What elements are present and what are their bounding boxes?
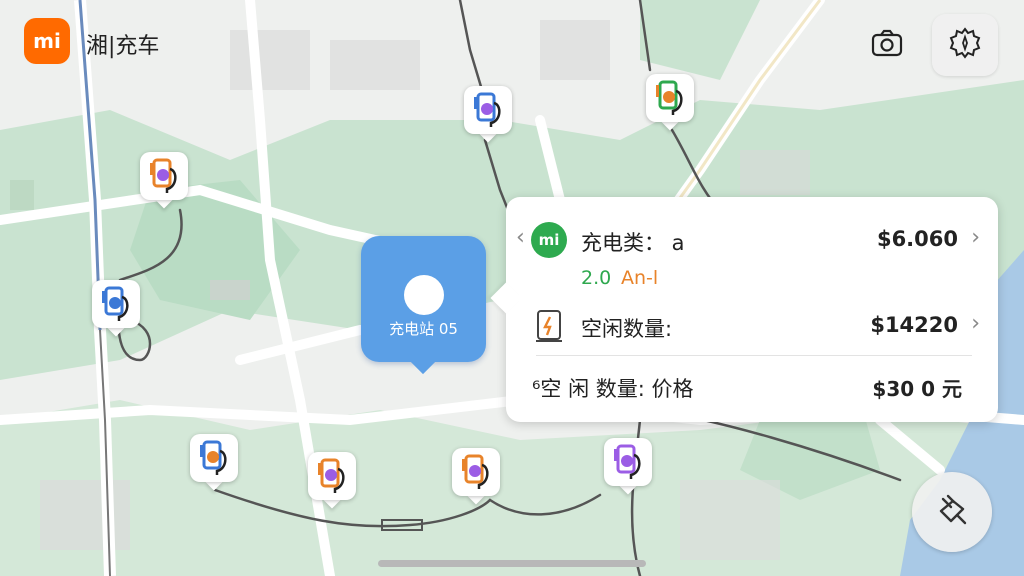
- price-row-value: $30 0 元: [872, 377, 962, 401]
- charger-pin[interactable]: [646, 74, 694, 132]
- divider: [536, 355, 972, 356]
- charger-pin[interactable]: [92, 280, 140, 338]
- charge-type-price: $6.060: [876, 227, 958, 251]
- free-count-value: $14220: [870, 313, 958, 337]
- charger-pin[interactable]: [308, 452, 356, 510]
- app-logo[interactable]: mi: [24, 18, 70, 64]
- mi-badge: mi: [531, 222, 567, 258]
- ev-charger-icon: [474, 92, 501, 127]
- charger-pin[interactable]: [464, 86, 512, 144]
- ev-charger-icon: [150, 158, 177, 193]
- charger-pin[interactable]: [140, 152, 188, 210]
- bottom-sheet-handle[interactable]: [378, 560, 646, 567]
- charge-speed-unit: An-l: [621, 267, 659, 289]
- ev-charger-icon: [102, 286, 129, 321]
- ev-charger-icon: [200, 440, 227, 475]
- charger-icon: [534, 309, 564, 347]
- navigate-button[interactable]: [912, 472, 992, 552]
- ev-charger-icon: [614, 444, 641, 479]
- app-title: 湘|充车: [86, 34, 160, 59]
- chevron-right-icon[interactable]: ›: [971, 311, 980, 336]
- selected-station-marker[interactable]: 充电站 05: [361, 236, 486, 375]
- station-dot: [404, 275, 444, 315]
- chevron-right-icon[interactable]: ›: [971, 225, 980, 250]
- price-row-label: ⁶空 闲 数量: 价格: [532, 377, 694, 401]
- charger-pin[interactable]: [452, 448, 500, 506]
- station-label: 充电站 05: [389, 320, 458, 338]
- charger-pin[interactable]: [604, 438, 652, 496]
- chevron-left-icon[interactable]: ‹: [516, 225, 525, 250]
- ev-charger-icon: [656, 80, 683, 115]
- ev-charger-icon: [318, 458, 345, 493]
- charger-pin[interactable]: [190, 434, 238, 492]
- charge-type-label: 充电类： a: [581, 231, 685, 255]
- free-count-label: 空闲数量:: [581, 317, 673, 341]
- camera-button[interactable]: [854, 14, 920, 76]
- station-info-panel: ‹ mi 充电类： a $6.060 › 2.0 An-l 空闲数量: $142…: [490, 197, 998, 422]
- charge-speed-value: 2.0: [581, 267, 612, 289]
- ev-charger-icon: [462, 454, 489, 489]
- settings-button[interactable]: [932, 14, 998, 76]
- gear-icon: [948, 26, 982, 64]
- charging-plug-icon: [933, 491, 971, 533]
- top-bar: mi 湘|充车: [0, 0, 1024, 90]
- camera-icon: [870, 28, 904, 62]
